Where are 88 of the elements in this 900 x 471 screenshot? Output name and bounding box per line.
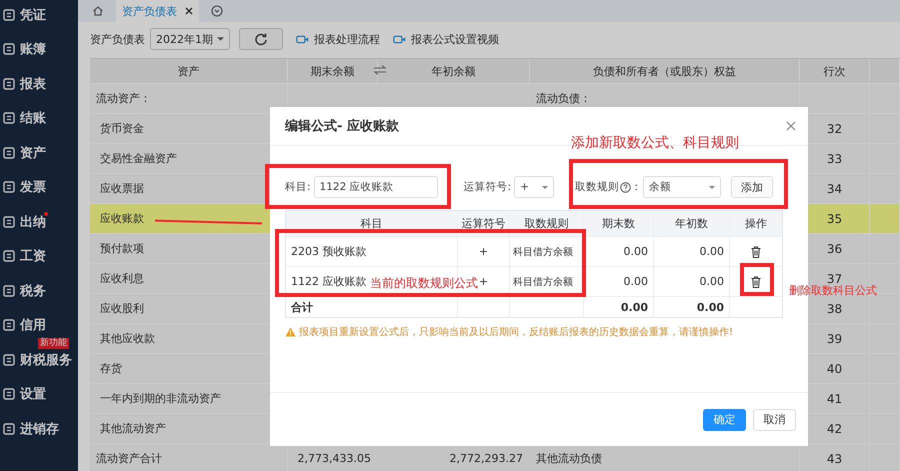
caret-icon	[709, 186, 716, 188]
period-select[interactable]: 2022年1期	[150, 28, 230, 50]
swap-arrows-icon[interactable]	[373, 65, 387, 75]
document-icon	[3, 78, 15, 90]
sidebar-item[interactable]: 税务	[0, 279, 78, 302]
column-header: 期末数	[584, 211, 654, 236]
sidebar-item[interactable]: 设置	[0, 382, 78, 406]
table-cell: 0.00	[584, 237, 654, 266]
sidebar-label: 报表	[20, 76, 46, 92]
table-cell: 0.00	[654, 267, 730, 296]
sidebar-label: 进销存	[20, 420, 59, 438]
document-icon	[3, 319, 15, 331]
document-icon	[3, 284, 15, 296]
close-icon[interactable]	[185, 7, 193, 15]
home-icon[interactable]	[92, 5, 104, 17]
table-cell: 0.00	[654, 297, 730, 317]
sidebar-item[interactable]: 结账	[0, 106, 78, 130]
sidebar-item[interactable]: 发票	[0, 176, 78, 198]
annotation-text: 当前的取数规则公式	[370, 276, 478, 290]
column-header: 资产	[90, 59, 288, 83]
total-label: 合计	[286, 297, 458, 317]
document-icon	[3, 216, 15, 228]
chevron-circle-icon[interactable]	[211, 5, 223, 17]
table-cell: 2203 预收账款	[286, 237, 458, 266]
document-icon	[3, 112, 15, 124]
sidebar-item[interactable]: 报表	[0, 72, 78, 95]
column-header: 年初数	[654, 211, 730, 236]
sidebar-item[interactable]: 账簿	[0, 38, 78, 60]
table-cell: 0.00	[584, 297, 654, 317]
sidebar-item[interactable]: 资产	[0, 141, 78, 164]
document-icon	[3, 146, 15, 158]
sidebar-label: 结账	[20, 110, 46, 127]
rule-colon: ：	[631, 180, 642, 194]
trash-icon[interactable]	[751, 276, 761, 288]
new-feature-badge: 新功能	[38, 338, 69, 349]
warning-icon	[285, 327, 296, 337]
sidebar-label: 工资	[20, 248, 46, 265]
annotation-frame	[740, 263, 774, 296]
sidebar-item[interactable]: 出纳	[0, 210, 78, 233]
table-cell: 0.00	[654, 237, 730, 266]
video-link[interactable]: 报表公式设置视频	[393, 32, 499, 46]
sidebar-item[interactable]: 信用	[0, 314, 78, 336]
rule-select[interactable]: 余额	[643, 176, 722, 198]
trash-icon[interactable]	[751, 246, 761, 258]
subject-input[interactable]: 1122 应收账款	[314, 176, 438, 198]
column-header: 负债和所有者（或股东）权益	[530, 59, 800, 83]
sidebar-label: 凭证	[20, 6, 46, 24]
table-cell: 0.00	[584, 267, 654, 296]
sidebar-label: 信用	[20, 317, 46, 334]
column-header: 行次	[800, 59, 870, 83]
caret-icon	[542, 186, 548, 188]
document-icon	[3, 354, 15, 366]
document-icon	[3, 181, 15, 193]
column-header: 年初余额	[378, 59, 530, 83]
help-icon[interactable]	[620, 182, 632, 192]
rule-label: 取数规则	[575, 180, 620, 194]
cancel-button[interactable]: 取消	[753, 408, 796, 430]
warning-text: 报表项目重新设置公式后，只影响当前及以后期间，反结账后报表的历史数据会重算，请谨慎操作!	[299, 326, 734, 339]
sidebar-item[interactable]: 凭证	[0, 3, 78, 26]
document-icon	[3, 422, 15, 434]
table-cell: +	[458, 237, 510, 266]
operator-select[interactable]: +	[514, 176, 554, 198]
document-icon	[3, 43, 15, 55]
column-header: 操作	[744, 216, 768, 232]
sidebar-label: 资产	[20, 144, 46, 162]
document-icon	[3, 8, 15, 20]
document-icon	[3, 388, 15, 400]
refresh-button[interactable]	[239, 28, 283, 50]
refresh-icon	[254, 32, 268, 46]
video-camera-icon	[393, 34, 406, 44]
report-label: 资产负债表	[90, 32, 145, 46]
sidebar-label: 税务	[20, 282, 46, 300]
column-header: 期末余额	[288, 59, 378, 83]
document-icon	[3, 250, 15, 262]
sidebar-label: 发票	[20, 179, 46, 196]
video-link[interactable]: 报表处理流程	[296, 32, 380, 46]
caret-icon	[217, 37, 224, 41]
sidebar-item[interactable]: 进销存	[0, 417, 78, 440]
add-button[interactable]: 添加	[731, 176, 774, 198]
video-camera-icon	[296, 34, 309, 44]
sidebar-label: 设置	[20, 386, 46, 403]
operator-label: 运算符号:	[464, 180, 512, 194]
sidebar-item[interactable]: 工资	[0, 244, 78, 268]
annotation-text: 添加新取数公式、科目规则	[571, 134, 739, 152]
sidebar-item[interactable]: 财税服务	[0, 348, 78, 371]
sidebar-label: 财税服务	[20, 352, 72, 368]
sidebar-label: 出纳	[20, 214, 46, 230]
sidebar-label: 账簿	[20, 41, 46, 58]
